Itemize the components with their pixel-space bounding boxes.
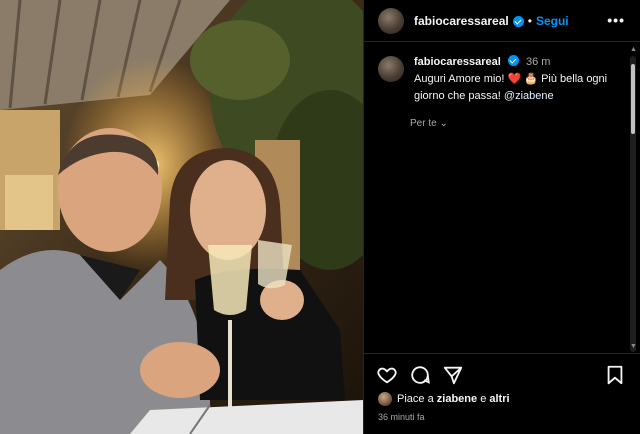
couple-toast-image <box>0 0 363 434</box>
separator-dot: • <box>527 13 532 28</box>
verified-badge-icon <box>507 55 519 66</box>
share-icon[interactable] <box>442 364 464 386</box>
caption-emojis: ❤️ 🎂 <box>507 73 538 85</box>
likes-others-link[interactable]: altri <box>489 393 509 405</box>
likes-prefix: Piace a <box>397 393 434 405</box>
scroll-down-arrow-icon[interactable]: ▼ <box>630 343 637 350</box>
scrollbar-thumb[interactable] <box>631 64 635 134</box>
post-actions: Piace a ziabene e altri 36 minuti fa <box>364 353 640 434</box>
more-options-icon[interactable]: ••• <box>607 12 625 28</box>
likes-user-link[interactable]: ziabene <box>437 393 477 405</box>
post-photo[interactable] <box>0 0 363 434</box>
caption-text: Auguri Amore mio! <box>414 73 505 85</box>
post-side-panel: fabiocaressareal • Segui ••• fabiocaress… <box>363 0 640 434</box>
scrollbar[interactable] <box>630 56 636 352</box>
post-caption: fabiocaressareal 36 m Auguri Amore mio! … <box>378 54 623 105</box>
post-timestamp[interactable]: 36 minuti fa <box>378 412 425 422</box>
likes-summary[interactable]: Piace a ziabene e altri <box>378 392 510 406</box>
heart-icon[interactable] <box>376 364 398 386</box>
bookmark-icon[interactable] <box>604 364 626 386</box>
likes-conj: e <box>480 393 487 405</box>
for-you-label: Per te <box>410 118 437 129</box>
scroll-up-arrow-icon[interactable]: ▲ <box>630 46 637 53</box>
liker-avatar <box>378 392 392 406</box>
caption-timestamp[interactable]: 36 m <box>526 56 550 68</box>
chevron-down-icon: ⌄ <box>439 118 448 129</box>
username-link[interactable]: fabiocaressareal <box>414 14 509 28</box>
caption-avatar[interactable] <box>378 56 404 82</box>
verified-badge-icon <box>512 16 524 27</box>
for-you-toggle[interactable]: Per te ⌄ <box>410 118 448 129</box>
caption-mention-link[interactable]: @ziabene <box>504 90 554 102</box>
comment-icon[interactable] <box>409 364 431 386</box>
caption-username[interactable]: fabiocaressareal <box>414 56 501 68</box>
avatar[interactable] <box>378 7 404 34</box>
follow-button[interactable]: Segui <box>536 14 569 28</box>
post-header: fabiocaressareal • Segui ••• <box>364 0 640 42</box>
